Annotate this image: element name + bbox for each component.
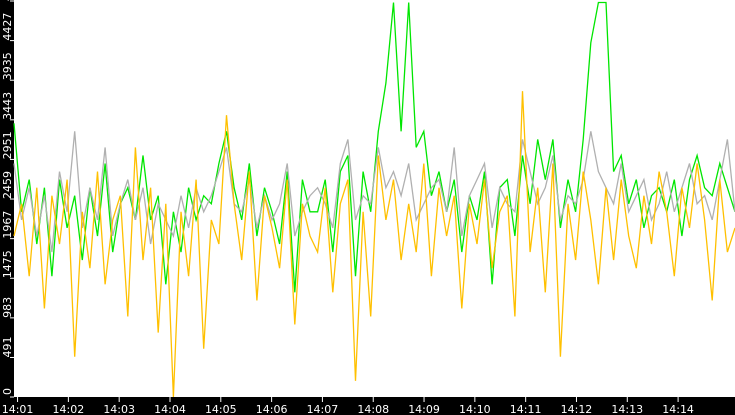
time-series-chart: 049198314751967245929513443393544274919 … — [0, 0, 735, 415]
series-orange — [13, 91, 735, 398]
y-tick-label: 4919 — [1, 0, 14, 1]
x-tick-label: 14:09 — [408, 403, 440, 415]
x-tick-label: 14:14 — [662, 403, 694, 415]
x-tick-label: 14:02 — [53, 403, 85, 415]
x-tick-label: 14:04 — [154, 403, 186, 415]
y-tick-label: 3443 — [1, 92, 14, 120]
x-tick-label: 14:01 — [2, 403, 34, 415]
x-tick-label: 14:07 — [307, 403, 339, 415]
y-tick-label: 1967 — [1, 211, 14, 239]
x-tick-label: 14:08 — [357, 403, 389, 415]
y-tick-label: 3935 — [1, 52, 14, 80]
y-tick-label: 0 — [1, 388, 14, 395]
y-tick-label: 4427 — [1, 13, 14, 41]
x-tick-label: 14:10 — [459, 403, 491, 415]
x-tick-label: 14:03 — [103, 403, 135, 415]
x-tick-label: 14:11 — [510, 403, 542, 415]
y-tick-label: 491 — [1, 336, 14, 357]
y-tick-label: 983 — [1, 297, 14, 318]
x-tick-label: 14:13 — [611, 403, 643, 415]
y-tick-label: 1475 — [1, 250, 14, 278]
series-layer — [13, 1, 735, 398]
x-tick-label: 14:12 — [561, 403, 593, 415]
y-tick-label: 2951 — [1, 131, 14, 159]
x-tick-label: 14:06 — [256, 403, 288, 415]
x-tick-label: 14:05 — [205, 403, 237, 415]
y-axis-ticks: 0 491 983 1475 1967 2459 2951 3443 3935 4427 4919 — [1, 0, 14, 398]
y-tick-label: 2459 — [1, 171, 14, 199]
